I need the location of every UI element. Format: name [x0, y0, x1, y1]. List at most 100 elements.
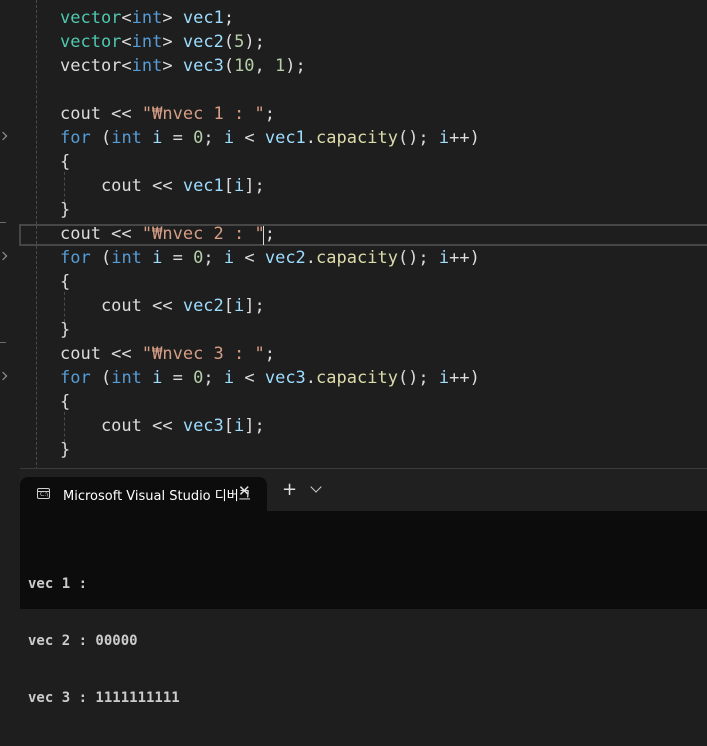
code-line[interactable]: cout << vec2[i]; [60, 294, 265, 318]
code-token: i [152, 248, 163, 268]
code-token: "₩nvec 3 : " [141, 344, 265, 364]
code-token: int [111, 128, 142, 148]
code-token: int [131, 56, 163, 76]
code-token: > [162, 56, 183, 76]
code-line[interactable]: vector<int> vec2(5); [60, 30, 265, 54]
code-token: (); [397, 128, 439, 148]
code-line[interactable]: { [60, 270, 70, 294]
code-line[interactable]: } [60, 198, 70, 222]
code-line[interactable]: vector<int> vec1; [60, 6, 234, 30]
new-tab-button[interactable]: + [282, 480, 297, 500]
code-token: ( [223, 32, 235, 52]
code-line[interactable]: for (int i = 0; i < vec3.capacity(); i++… [60, 366, 480, 390]
code-line[interactable]: cout << vec3[i]; [60, 414, 265, 438]
code-line[interactable]: cout << vec1[i]; [60, 174, 265, 198]
code-token: "₩nvec 1 : " [141, 104, 265, 124]
code-token: ( [90, 128, 112, 148]
code-token: i [438, 128, 450, 148]
code-token: vector [60, 32, 122, 52]
code-token: { [60, 392, 71, 412]
code-token: i [152, 368, 163, 388]
code-line[interactable]: } [60, 438, 70, 462]
close-icon[interactable]: ✕ [238, 482, 251, 500]
code-line[interactable]: vector<int> vec3(10, 1); [60, 54, 306, 78]
code-token: ]; [244, 296, 265, 316]
code-line[interactable]: for (int i = 0; i < vec2.capacity(); i++… [60, 246, 480, 270]
code-token: "₩nvec 2 : " [141, 224, 265, 244]
code-token: capacity [316, 368, 398, 388]
code-token: } [60, 200, 71, 220]
code-token: ; [264, 344, 275, 364]
code-line[interactable]: cout << "₩nvec 2 : "; [60, 222, 275, 246]
code-token: vec1 [182, 176, 224, 196]
terminal-tab[interactable]: C:\ Microsoft Visual Studio 디버그 ✕ [20, 477, 267, 511]
code-line[interactable]: { [60, 150, 70, 174]
code-token: = [162, 248, 194, 268]
code-token: } [60, 320, 71, 340]
code-token: i [438, 368, 450, 388]
code-token: i [234, 176, 245, 196]
code-token: . [305, 248, 317, 268]
code-token: ; [203, 128, 224, 148]
code-token: vec2 [264, 248, 306, 268]
code-token: i [223, 248, 235, 268]
code-token: cout << [60, 296, 183, 316]
code-line[interactable]: } [60, 318, 70, 342]
code-token: = [162, 128, 194, 148]
code-token: < [234, 368, 265, 388]
code-line[interactable]: { [60, 390, 70, 414]
code-token: ( [90, 248, 112, 268]
code-token: ( [90, 368, 112, 388]
code-token: cout << [60, 224, 142, 244]
code-token: vec3 [182, 416, 224, 436]
code-token: [ [223, 296, 235, 316]
code-token: vec2 [182, 32, 224, 52]
code-token: cout << [60, 176, 183, 196]
code-line[interactable]: cout << "₩nvec 3 : "; [60, 342, 275, 366]
code-token: vec1 [182, 8, 224, 28]
code-token: capacity [316, 248, 398, 268]
code-token: for [60, 368, 91, 388]
code-token: , [254, 56, 276, 76]
margin-marker [0, 222, 6, 223]
console-output: vec 1 : vec 2 : 00000 vec 3 : 1111111111 [28, 537, 180, 746]
code-token: ; [223, 8, 235, 28]
code-token: i [234, 416, 245, 436]
code-token: } [60, 440, 71, 460]
code-token: (); [397, 248, 439, 268]
output-line: vec 2 : 00000 [28, 633, 138, 649]
fold-chevron-icon[interactable] [0, 251, 8, 261]
code-token: { [60, 152, 71, 172]
code-token: ; [203, 368, 224, 388]
code-token: capacity [316, 128, 398, 148]
code-token: < [234, 128, 265, 148]
code-token: int [131, 8, 163, 28]
code-token: for [60, 128, 91, 148]
code-token: = [162, 368, 194, 388]
code-token: int [111, 368, 142, 388]
code-token: ]; [244, 416, 265, 436]
code-token: ( [223, 56, 235, 76]
code-token: [ [223, 176, 235, 196]
code-token: . [305, 368, 317, 388]
chevron-down-icon[interactable] [310, 481, 322, 493]
code-token: vector [60, 8, 122, 28]
debug-console-window[interactable]: C:\ Microsoft Visual Studio 디버그 ✕ + vec … [20, 468, 707, 706]
fold-chevron-icon[interactable] [0, 371, 8, 381]
output-line: vec 1 : [28, 576, 88, 592]
code-token: ++) [449, 248, 480, 268]
code-token: cout << [60, 416, 183, 436]
code-token: int [131, 32, 163, 52]
code-line[interactable]: cout << "₩nvec 1 : "; [60, 102, 275, 126]
code-token: vec3 [182, 56, 224, 76]
terminal-tab-bar: C:\ Microsoft Visual Studio 디버그 ✕ + [20, 469, 707, 511]
code-token: ; [264, 104, 275, 124]
fold-chevron-icon[interactable] [0, 131, 8, 141]
code-token: < [234, 248, 265, 268]
code-token: ++) [449, 368, 480, 388]
code-line[interactable]: for (int i = 0; i < vec1.capacity(); i++… [60, 126, 480, 150]
code-token: 1 [275, 56, 286, 76]
